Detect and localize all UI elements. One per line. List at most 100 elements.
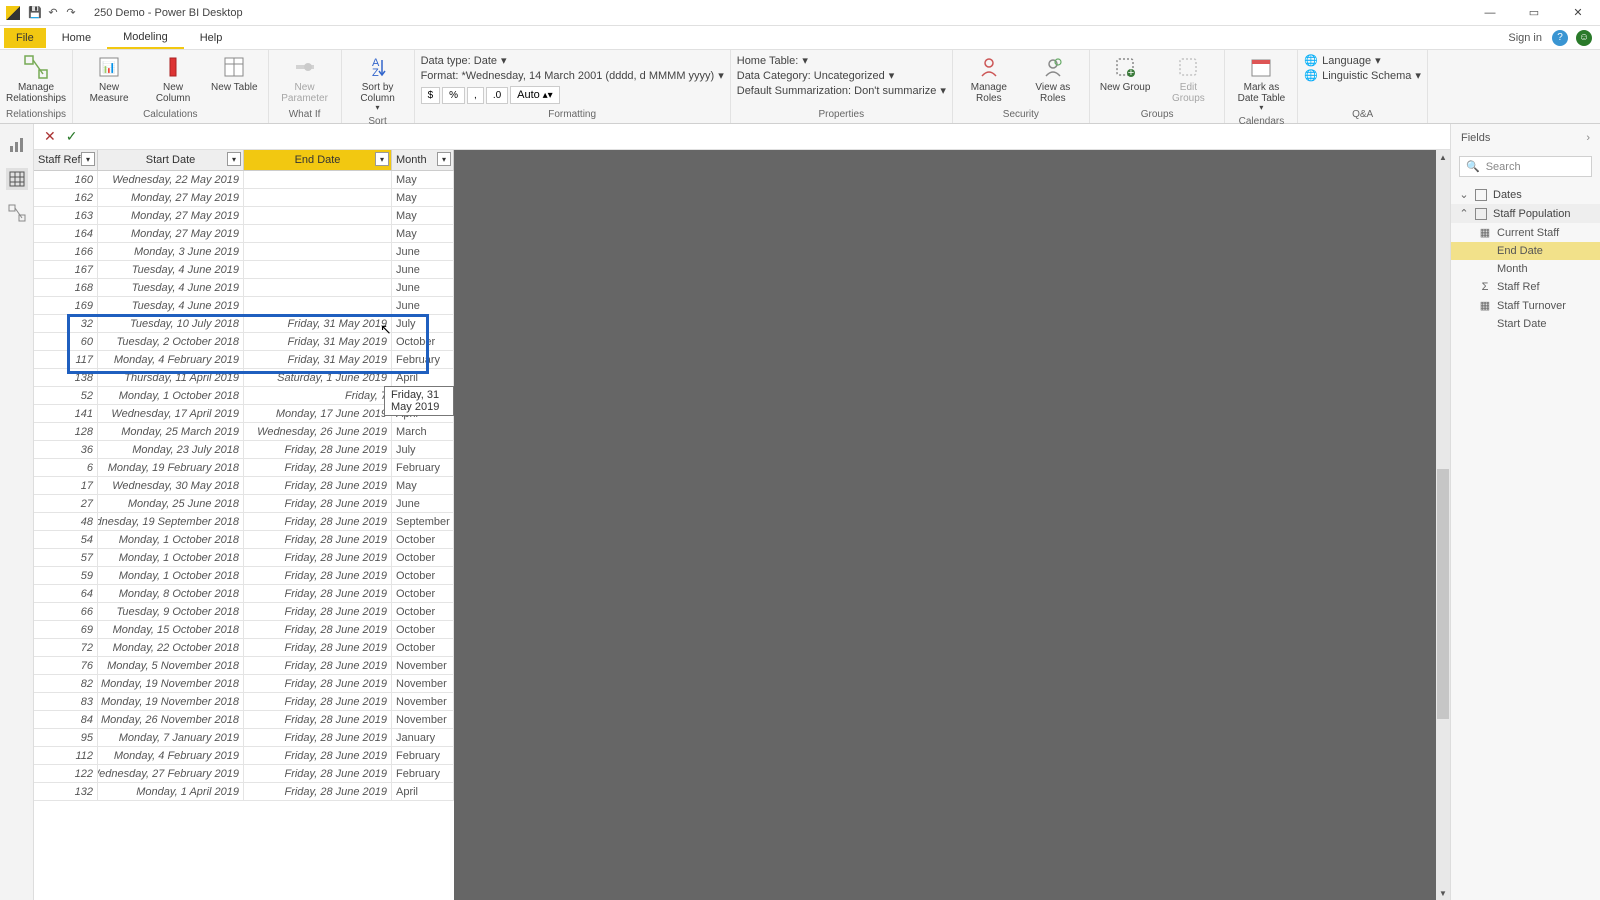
col-header-end-date[interactable]: End Date▾: [244, 150, 392, 170]
cell-start-date[interactable]: Monday, 1 October 2018: [98, 549, 244, 566]
cell-month[interactable]: November: [392, 693, 454, 710]
cell-end-date[interactable]: Friday, 28 June 2019: [244, 621, 392, 638]
cell-month[interactable]: May: [392, 171, 454, 188]
cell-end-date[interactable]: Friday, 28 June 2019: [244, 477, 392, 494]
cell-start-date[interactable]: Monday, 4 February 2019: [98, 351, 244, 368]
cell-end-date[interactable]: Friday, 28 June 2019: [244, 657, 392, 674]
cell-end-date[interactable]: Friday, 28 June 2019: [244, 783, 392, 800]
cell-start-date[interactable]: Monday, 27 May 2019: [98, 189, 244, 206]
table-row[interactable]: 82Monday, 19 November 2018Friday, 28 Jun…: [34, 675, 454, 693]
cell-end-date[interactable]: Friday, 28 June 2019: [244, 711, 392, 728]
cell-start-date[interactable]: Monday, 26 November 2018: [98, 711, 244, 728]
cell-month[interactable]: May: [392, 207, 454, 224]
linguistic-schema-dropdown[interactable]: 🌐 Linguistic Schema ▾: [1304, 69, 1421, 82]
col-header-month[interactable]: Month▾: [392, 150, 454, 170]
cell-staff-ref[interactable]: 84: [34, 711, 98, 728]
scroll-down-icon[interactable]: ▼: [1436, 886, 1450, 900]
data-view-icon[interactable]: [6, 168, 28, 190]
cell-staff-ref[interactable]: 60: [34, 333, 98, 350]
modeling-tab[interactable]: Modeling: [107, 27, 184, 49]
cell-staff-ref[interactable]: 82: [34, 675, 98, 692]
feedback-icon[interactable]: ☺: [1576, 30, 1592, 46]
mark-as-date-table-button[interactable]: Mark as Date Table▾: [1231, 52, 1291, 115]
cell-start-date[interactable]: Wednesday, 19 September 2018: [98, 513, 244, 530]
table-row[interactable]: 128Monday, 25 March 2019Wednesday, 26 Ju…: [34, 423, 454, 441]
cell-end-date[interactable]: Friday, 28 June 2019: [244, 531, 392, 548]
auto-decimals-button[interactable]: Auto ▴▾: [510, 86, 559, 104]
table-row[interactable]: 164Monday, 27 May 2019May: [34, 225, 454, 243]
cell-month[interactable]: June: [392, 279, 454, 296]
save-icon[interactable]: 💾: [26, 4, 44, 22]
cell-month[interactable]: October: [392, 333, 454, 350]
home-table-dropdown[interactable]: Home Table: ▾: [737, 54, 808, 67]
cell-end-date[interactable]: Friday, 28 June 2019: [244, 639, 392, 656]
cell-end-date[interactable]: [244, 243, 392, 260]
cell-end-date[interactable]: [244, 189, 392, 206]
table-row[interactable]: 95Monday, 7 January 2019Friday, 28 June …: [34, 729, 454, 747]
cell-month[interactable]: November: [392, 675, 454, 692]
new-parameter-button[interactable]: New Parameter: [275, 52, 335, 106]
cell-month[interactable]: November: [392, 711, 454, 728]
cell-staff-ref[interactable]: 160: [34, 171, 98, 188]
decimal-button[interactable]: .0: [486, 87, 508, 104]
table-row[interactable]: 72Monday, 22 October 2018Friday, 28 June…: [34, 639, 454, 657]
table-row[interactable]: 32Tuesday, 10 July 2018Friday, 31 May 20…: [34, 315, 454, 333]
cell-month[interactable]: October: [392, 567, 454, 584]
cell-staff-ref[interactable]: 141: [34, 405, 98, 422]
cell-staff-ref[interactable]: 138: [34, 369, 98, 386]
edit-groups-button[interactable]: Edit Groups: [1158, 52, 1218, 106]
new-measure-button[interactable]: 📊New Measure: [79, 52, 139, 106]
field-staff-turnover[interactable]: ▦Staff Turnover: [1451, 296, 1600, 315]
cell-end-date[interactable]: [244, 279, 392, 296]
view-as-roles-button[interactable]: View as Roles: [1023, 52, 1083, 106]
cell-staff-ref[interactable]: 66: [34, 603, 98, 620]
cell-staff-ref[interactable]: 64: [34, 585, 98, 602]
cell-staff-ref[interactable]: 27: [34, 495, 98, 512]
table-row[interactable]: 112Monday, 4 February 2019Friday, 28 Jun…: [34, 747, 454, 765]
cell-month[interactable]: May: [392, 225, 454, 242]
cell-start-date[interactable]: Monday, 1 October 2018: [98, 387, 244, 404]
cell-start-date[interactable]: Tuesday, 4 June 2019: [98, 261, 244, 278]
table-row[interactable]: 6Monday, 19 February 2018Friday, 28 June…: [34, 459, 454, 477]
commit-formula-icon[interactable]: ✓: [66, 128, 78, 145]
cell-end-date[interactable]: Friday, 28 June 2019: [244, 693, 392, 710]
table-row[interactable]: 169Tuesday, 4 June 2019June: [34, 297, 454, 315]
cell-end-date[interactable]: [244, 225, 392, 242]
table-row[interactable]: 27Monday, 25 June 2018Friday, 28 June 20…: [34, 495, 454, 513]
cell-month[interactable]: February: [392, 459, 454, 476]
filter-end-date-icon[interactable]: ▾: [375, 152, 389, 166]
cell-start-date[interactable]: Tuesday, 2 October 2018: [98, 333, 244, 350]
cell-end-date[interactable]: Friday, 28 June 2019: [244, 729, 392, 746]
cell-month[interactable]: January: [392, 729, 454, 746]
cell-month[interactable]: October: [392, 603, 454, 620]
cell-staff-ref[interactable]: 52: [34, 387, 98, 404]
data-category-dropdown[interactable]: Data Category: Uncategorized ▾: [737, 69, 895, 82]
cell-end-date[interactable]: Friday, 28 June 2019: [244, 549, 392, 566]
cell-staff-ref[interactable]: 128: [34, 423, 98, 440]
cell-month[interactable]: April: [392, 369, 454, 386]
help-icon[interactable]: ?: [1552, 30, 1568, 46]
cell-end-date[interactable]: Friday, 7: [244, 387, 392, 404]
table-row[interactable]: 122Wednesday, 27 February 2019Friday, 28…: [34, 765, 454, 783]
table-row[interactable]: 166Monday, 3 June 2019June: [34, 243, 454, 261]
field-start-date[interactable]: Start Date: [1451, 315, 1600, 333]
cell-start-date[interactable]: Wednesday, 27 February 2019: [98, 765, 244, 782]
cell-staff-ref[interactable]: 83: [34, 693, 98, 710]
cell-start-date[interactable]: Monday, 1 October 2018: [98, 567, 244, 584]
cell-start-date[interactable]: Tuesday, 4 June 2019: [98, 297, 244, 314]
cell-end-date[interactable]: Wednesday, 26 June 2019: [244, 423, 392, 440]
cell-start-date[interactable]: Thursday, 11 April 2019: [98, 369, 244, 386]
manage-roles-button[interactable]: Manage Roles: [959, 52, 1019, 106]
cell-month[interactable]: May: [392, 189, 454, 206]
cell-end-date[interactable]: Friday, 31 May 2019: [244, 351, 392, 368]
cell-month[interactable]: May: [392, 477, 454, 494]
maximize-button[interactable]: ▭: [1512, 0, 1556, 26]
cell-start-date[interactable]: Monday, 27 May 2019: [98, 225, 244, 242]
cell-staff-ref[interactable]: 69: [34, 621, 98, 638]
cell-start-date[interactable]: Monday, 22 October 2018: [98, 639, 244, 656]
table-row[interactable]: 60Tuesday, 2 October 2018Friday, 31 May …: [34, 333, 454, 351]
table-row[interactable]: 76Monday, 5 November 2018Friday, 28 June…: [34, 657, 454, 675]
comma-button[interactable]: ,: [467, 87, 484, 104]
cell-end-date[interactable]: Friday, 28 June 2019: [244, 603, 392, 620]
close-button[interactable]: ✕: [1556, 0, 1600, 26]
